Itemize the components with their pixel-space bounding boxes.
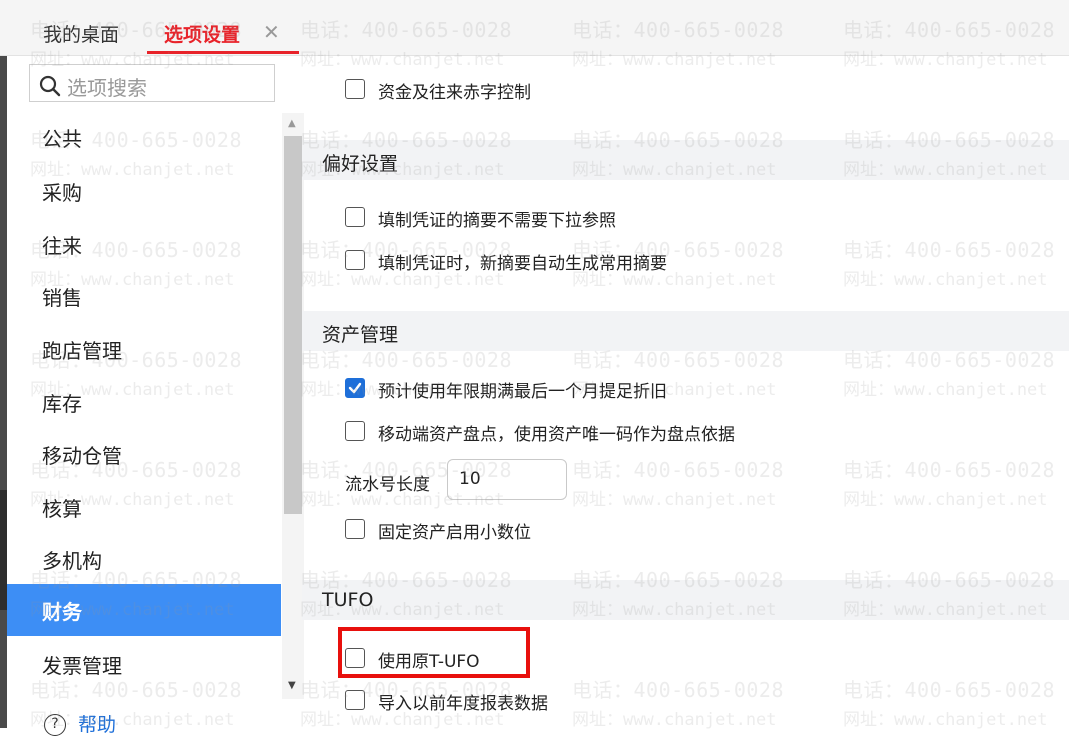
watermark: 电话：400-665-0028网址：www.chanjet.net (572, 678, 784, 730)
sidebar-item-invoice[interactable]: 发票管理 (7, 638, 281, 690)
sidebar-item-purchase[interactable]: 采购 (7, 165, 281, 217)
sidebar-item-label: 多机构 (42, 549, 102, 573)
sidebar-item-label: 库存 (42, 392, 82, 416)
watermark: 电话：400-665-0028网址：www.chanjet.net (843, 238, 1055, 290)
serial-length-label: 流水号长度 (345, 475, 430, 495)
scroll-down-icon[interactable]: ▼ (288, 680, 296, 691)
checkbox[interactable] (345, 250, 365, 270)
serial-length-value: 10 (459, 469, 481, 489)
active-tab-indicator (147, 51, 299, 54)
search-placeholder: 选项搜索 (67, 76, 147, 100)
sidebar-item-label: 往来 (42, 234, 82, 258)
option-label: 预计使用年限期满最后一个月提足折旧 (378, 382, 667, 402)
sidebar-item-store-visits[interactable]: 跑店管理 (7, 323, 281, 375)
option-label: 填制凭证的摘要不需要下拉参照 (378, 211, 616, 231)
checkbox[interactable] (345, 690, 365, 710)
watermark: 电话：400-665-0028网址：www.chanjet.net (843, 678, 1055, 730)
section-title: 偏好设置 (322, 153, 399, 175)
checkbox[interactable] (345, 79, 365, 99)
sidebar-item-label: 移动仓管 (42, 444, 122, 468)
section-tufo: TUFO (302, 580, 1069, 620)
checkbox[interactable] (345, 421, 365, 441)
option-label: 填制凭证时，新摘要自动生成常用摘要 (378, 254, 667, 274)
sidebar-item-label: 采购 (42, 181, 82, 205)
tab-option-settings[interactable]: 选项设置 (164, 20, 240, 47)
sidebar-item-label: 核算 (42, 497, 82, 521)
close-icon[interactable]: ✕ (263, 20, 280, 44)
section-preferences: 偏好设置 (302, 140, 1069, 180)
sidebar-item-costing[interactable]: 核算 (7, 481, 281, 533)
checkbox[interactable] (345, 519, 365, 539)
option-label: 资金及往来赤字控制 (378, 83, 531, 103)
sidebar-item-multi-org[interactable]: 多机构 (7, 533, 281, 585)
search-icon (39, 75, 61, 97)
sidebar-item-label: 公共 (42, 127, 82, 151)
checkbox[interactable] (345, 207, 365, 227)
sidebar-item-label: 财务 (42, 600, 82, 624)
left-edge-shade (0, 490, 7, 610)
sidebar-item-label: 跑店管理 (42, 339, 122, 363)
tab-my-desktop[interactable]: 我的桌面 (43, 20, 119, 47)
sidebar-item-sales[interactable]: 销售 (7, 270, 281, 322)
tab-bar: 我的桌面 选项设置 ✕ (0, 0, 1069, 56)
sidebar-item-label: 销售 (42, 286, 82, 310)
sidebar-item-accounts[interactable]: 往来 (7, 218, 281, 270)
watermark: 电话：400-665-0028网址：www.chanjet.net (572, 458, 784, 510)
sidebar-item-inventory[interactable]: 库存 (7, 376, 281, 428)
section-asset-management: 资产管理 (302, 311, 1069, 351)
watermark: 电话：400-665-0028网址：www.chanjet.net (843, 348, 1055, 400)
sidebar-item-label: 发票管理 (42, 654, 122, 678)
sidebar-item-finance[interactable]: 财务 (7, 584, 281, 636)
scrollbar-thumb[interactable] (284, 136, 302, 514)
sidebar-item-mobile-warehouse[interactable]: 移动仓管 (7, 428, 281, 480)
checkbox-checked[interactable] (345, 378, 365, 398)
help-icon[interactable]: ? (44, 714, 66, 736)
section-title: 资产管理 (322, 324, 399, 346)
scroll-up-icon[interactable]: ▲ (288, 118, 296, 129)
check-icon (348, 382, 362, 394)
highlight-box (338, 627, 530, 678)
option-search-input[interactable] (29, 64, 275, 102)
option-label: 导入以前年度报表数据 (378, 694, 548, 714)
sidebar-item-public[interactable]: 公共 (7, 111, 281, 163)
watermark: 电话：400-665-0028网址：www.chanjet.net (843, 458, 1055, 510)
help-link[interactable]: 帮助 (78, 710, 116, 737)
section-title: TUFO (322, 589, 374, 611)
left-edge (0, 56, 7, 728)
option-label: 固定资产启用小数位 (378, 523, 531, 543)
option-label: 移动端资产盘点，使用资产唯一码作为盘点依据 (378, 425, 735, 445)
